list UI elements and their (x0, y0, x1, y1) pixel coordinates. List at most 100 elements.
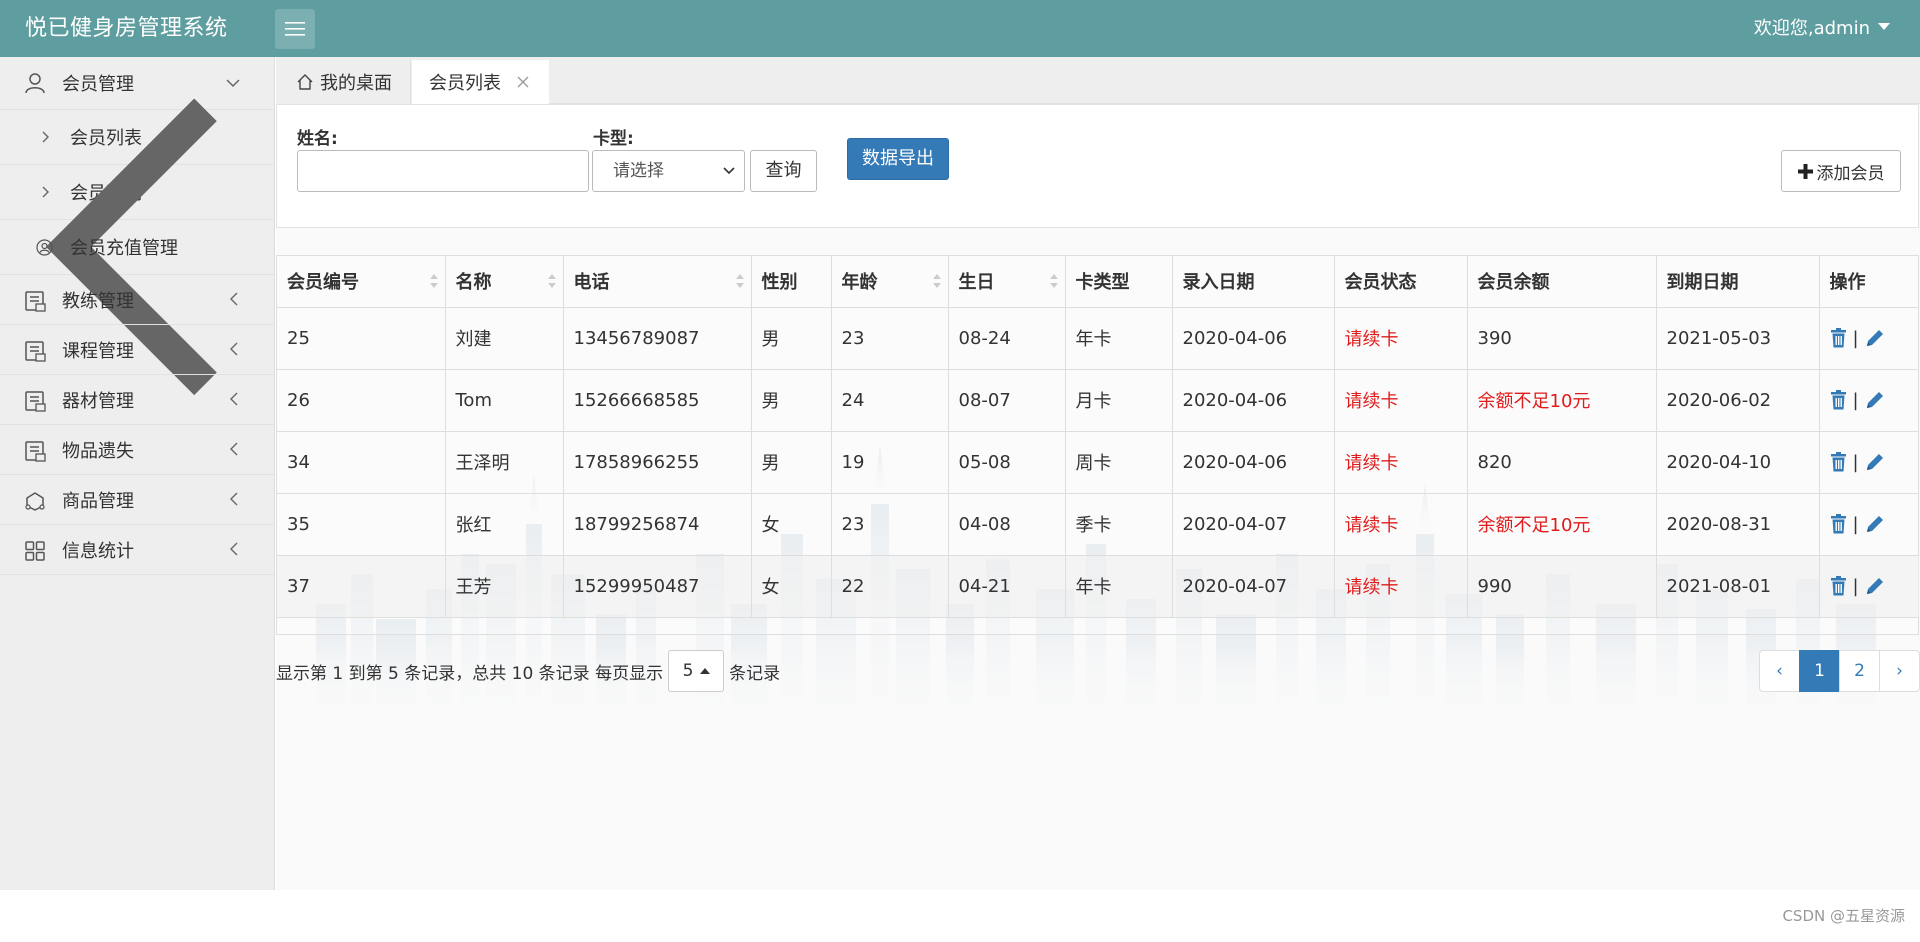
column-header[interactable]: 会员编号 (277, 256, 446, 308)
sidebar-item-lost-items[interactable]: 物品遗失 (0, 425, 274, 475)
table-cell-actions: | (1819, 369, 1919, 432)
sort-icon (932, 274, 941, 288)
edit-pencil-icon[interactable] (1865, 328, 1885, 348)
close-icon[interactable] (517, 76, 529, 88)
sidebar-item-coach-management[interactable]: 教练管理 (0, 275, 274, 325)
table-cell: 23 (831, 493, 949, 556)
pagination-info: 显示第 1 到第 5 条记录，总共 10 条记录 每页显示 5 条记录 (276, 650, 780, 692)
page-button-1[interactable]: 1 (1799, 650, 1840, 692)
top-header: 悦已健身房管理系统 欢迎您,admin (0, 0, 1920, 57)
ops-separator: | (1852, 513, 1859, 535)
edit-pencil-icon[interactable] (1865, 514, 1885, 534)
table-cell: 请续卡 (1334, 431, 1468, 494)
table-cell: 990 (1467, 555, 1657, 618)
table-cell: 年卡 (1065, 307, 1173, 370)
trash-icon[interactable] (1830, 514, 1847, 534)
export-data-button[interactable]: 数据导出 (847, 138, 949, 180)
chevron-left-icon (230, 442, 238, 456)
column-header[interactable]: 电话 (563, 256, 752, 308)
edit-pencil-icon[interactable] (1865, 390, 1885, 410)
query-button[interactable]: 查询 (750, 150, 817, 192)
edit-pencil-icon[interactable] (1865, 452, 1885, 472)
name-label: 姓名: (297, 129, 338, 149)
column-header[interactable]: 年龄 (831, 256, 949, 308)
column-header: 到期日期 (1656, 256, 1820, 308)
tab-label: 我的桌面 (320, 73, 392, 94)
table-cell: 17858966255 (563, 431, 752, 494)
table-cell: 请续卡 (1334, 555, 1468, 618)
tab-member-list[interactable]: 会员列表 (412, 60, 549, 104)
page-size-dropdown[interactable]: 5 (668, 650, 725, 692)
table-row: 25 刘建 13456789087 男 23 08-24 年卡 2020-04-06 请续卡 39… (277, 307, 1919, 370)
table-cell: 19 (831, 431, 949, 494)
sidebar-item-label: 课程管理 (62, 340, 134, 362)
table-cell: 2020-04-06 (1172, 431, 1335, 494)
trash-icon[interactable] (1830, 390, 1847, 410)
column-header: 操作 (1819, 256, 1919, 308)
app-title: 悦已健身房管理系统 (25, 16, 228, 41)
page-size-value: 5 (682, 661, 694, 681)
table-cell: 35 (277, 493, 446, 556)
table-cell: 男 (751, 369, 832, 432)
trash-icon[interactable] (1830, 452, 1847, 472)
table-cell: 2020-04-06 (1172, 369, 1335, 432)
column-header[interactable]: 生日 (948, 256, 1066, 308)
document-icon (25, 291, 46, 312)
tab-my-desktop[interactable]: 我的桌面 (276, 60, 411, 104)
trash-icon[interactable] (1830, 328, 1847, 348)
table-cell: 05-08 (948, 431, 1066, 494)
document-icon (25, 391, 46, 412)
chevron-left-icon (230, 542, 238, 556)
table-cell: Tom (445, 369, 564, 432)
table-cell: 王泽明 (445, 431, 564, 494)
table-cell-actions: | (1819, 493, 1919, 556)
sidebar-item-label: 物品遗失 (62, 440, 134, 462)
table-cell: 余额不足10元 (1467, 493, 1657, 556)
sort-icon (735, 274, 744, 288)
sidebar-item-statistics[interactable]: 信息统计 (0, 525, 274, 575)
chevron-down-icon (723, 167, 735, 175)
table-cell: 2020-06-02 (1656, 369, 1820, 432)
next-page-button[interactable]: › (1879, 650, 1920, 692)
sidebar-item-member-recharge[interactable]: 会员充值管理 (0, 98, 274, 396)
table-cell-actions: | (1819, 307, 1919, 370)
table-cell: 女 (751, 555, 832, 618)
ops-separator: | (1852, 451, 1859, 473)
table-cell: 2020-04-07 (1172, 493, 1335, 556)
document-icon (25, 441, 46, 462)
table-cell: 请续卡 (1334, 307, 1468, 370)
table-row: 35 张红 18799256874 女 23 04-08 季卡 2020-04-07 请续卡 余额… (277, 493, 1919, 556)
table-row: 26 Tom 15266668585 男 24 08-07 月卡 2020-04-06 请续卡余… (277, 369, 1919, 432)
sidebar-item-course-management[interactable]: 课程管理 (0, 325, 274, 375)
sidebar-item-goods-management[interactable]: 商品管理 (0, 475, 274, 525)
grid-icon (25, 541, 45, 561)
card-type-select[interactable]: 请选择 (592, 150, 745, 192)
table-cell-actions: | (1819, 431, 1919, 494)
caret-up-icon (699, 668, 710, 674)
sidebar-item-label: 会员充值管理 (70, 238, 178, 259)
hamburger-icon (285, 22, 305, 36)
trash-icon[interactable] (1830, 576, 1847, 596)
add-member-button[interactable]: 添加会员 (1781, 150, 1901, 192)
pagination-info-prefix: 显示第 1 到第 5 条记录，总共 10 条记录 每页显示 (276, 663, 664, 684)
menu-toggle-button[interactable] (275, 9, 315, 49)
table-cell: 请续卡 (1334, 369, 1468, 432)
table-cell: 张红 (445, 493, 564, 556)
table-row: 37 王芳 15299950487 女 22 04-21 年卡 2020-04-07 请续卡 99… (277, 555, 1919, 618)
search-panel: 姓名: 卡型: 请选择 查询 数据导出 添加会员 (276, 104, 1919, 228)
sidebar-item-equipment-management[interactable]: 器材管理 (0, 375, 274, 425)
table-cell: 余额不足10元 (1467, 369, 1657, 432)
sort-icon (1049, 274, 1058, 288)
table-cell: 王芳 (445, 555, 564, 618)
page-button-2[interactable]: 2 (1839, 650, 1880, 692)
caret-down-icon (1878, 23, 1890, 30)
name-search-input[interactable] (297, 150, 589, 192)
table-cell: 男 (751, 307, 832, 370)
tab-bar: 我的桌面 会员列表 (276, 57, 1920, 104)
csdn-watermark: CSDN @五星资源 (1782, 907, 1905, 925)
table-cell: 820 (1467, 431, 1657, 494)
prev-page-button[interactable]: ‹ (1759, 650, 1800, 692)
column-header[interactable]: 名称 (445, 256, 564, 308)
edit-pencil-icon[interactable] (1865, 576, 1885, 596)
user-menu[interactable]: 欢迎您,admin (1754, 0, 1890, 57)
